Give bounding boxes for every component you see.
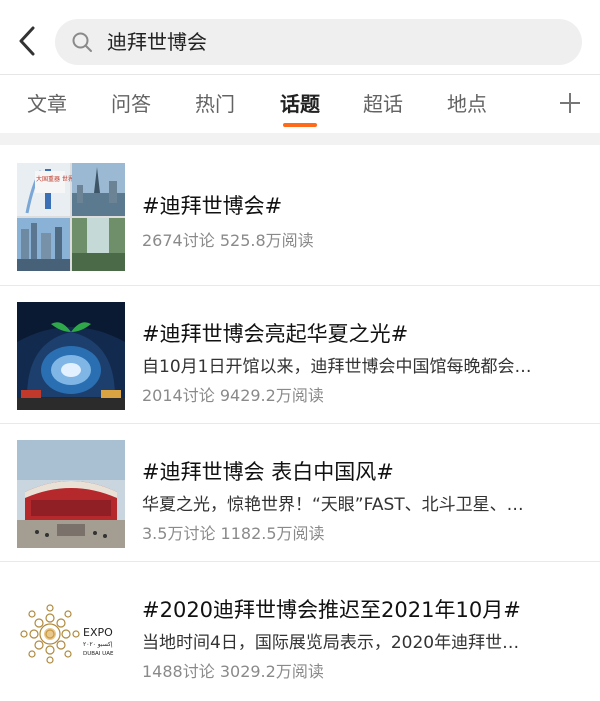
topic-meta: 1488讨论 3029.2万阅读 xyxy=(142,658,324,682)
topic-discussions: 2674讨论 xyxy=(142,231,215,250)
collage-image: 大国重器 世界之窗 xyxy=(17,163,125,271)
expo-logo-dubai: DUBAI UAE xyxy=(83,651,114,657)
topic-item[interactable]: #迪拜世博会亮起华夏之光# 自10月1日开馆以来，迪拜世博会中国馆每晚都会… 2… xyxy=(0,286,600,423)
tab-qa[interactable]: 问答 xyxy=(111,75,151,133)
expo-logo-word: EXPO xyxy=(83,626,113,639)
topic-reads: 3029.2万阅读 xyxy=(219,662,324,681)
tab-label: 地点 xyxy=(447,92,487,116)
topic-description: 自10月1日开馆以来，迪拜世博会中国馆每晚都会… xyxy=(142,357,532,377)
search-box[interactable] xyxy=(55,19,582,65)
topic-meta: 2014讨论 9429.2万阅读 xyxy=(142,382,324,406)
topic-meta: 2674讨论 525.8万阅读 xyxy=(142,227,314,251)
tab-label: 问答 xyxy=(111,92,151,116)
expo-dubai-logo: EXPO إكسبو ٢٠٢٠ DUBAI UAE xyxy=(17,580,125,688)
topic-title: #迪拜世博会 表白中国风# xyxy=(142,460,394,484)
tab-articles[interactable]: 文章 xyxy=(27,75,67,133)
topic-discussions: 1488讨论 xyxy=(142,662,215,681)
topic-meta: 3.5万讨论 1182.5万阅读 xyxy=(142,520,325,544)
topic-discussions: 2014讨论 xyxy=(142,386,215,405)
plus-icon[interactable] xyxy=(558,91,582,115)
china-pavilion-night-image xyxy=(17,302,125,410)
topic-reads: 9429.2万阅读 xyxy=(219,386,324,405)
topic-thumbnail: EXPO إكسبو ٢٠٢٠ DUBAI UAE xyxy=(17,580,125,688)
expo-logo-arabic: إكسبو ٢٠٢٠ xyxy=(83,641,113,648)
tab-bar: 文章 问答 热门 话题 超话 地点 xyxy=(0,75,600,133)
topic-reads: 1182.5万阅读 xyxy=(220,524,325,543)
topic-thumbnail: 大国重器 世界之窗 xyxy=(17,163,125,271)
section-gap xyxy=(0,133,600,145)
search-input[interactable] xyxy=(107,19,547,65)
tab-hot[interactable]: 热门 xyxy=(195,75,235,133)
topic-item[interactable]: #迪拜世博会 表白中国风# 华夏之光，惊艳世界！“天眼”FAST、北斗卫星、… … xyxy=(0,424,600,561)
search-icon xyxy=(72,32,92,52)
topic-thumbnail xyxy=(17,302,125,410)
topic-title: #迪拜世博会亮起华夏之光# xyxy=(142,322,409,346)
back-arrow-icon[interactable] xyxy=(14,24,42,58)
top-bar xyxy=(0,0,600,74)
topic-thumbnail xyxy=(17,440,125,548)
tab-label: 超话 xyxy=(363,92,403,116)
topic-item[interactable]: 大国重器 世界之窗 #迪拜世博会# 2674讨论 525.8万阅读 xyxy=(0,145,600,285)
topic-item[interactable]: EXPO إكسبو ٢٠٢٠ DUBAI UAE #2020迪拜世博会推迟至2… xyxy=(0,562,600,701)
tab-label: 文章 xyxy=(27,92,67,116)
topic-description: 华夏之光，惊艳世界！“天眼”FAST、北斗卫星、… xyxy=(142,495,524,515)
topic-reads: 525.8万阅读 xyxy=(219,231,314,250)
topic-title: #迪拜世博会# xyxy=(142,194,283,218)
topic-description: 当地时间4日，国际展览局表示，2020年迪拜世… xyxy=(142,633,520,653)
china-pavilion-day-image xyxy=(17,440,125,548)
tab-super-topics[interactable]: 超话 xyxy=(363,75,403,133)
tab-label: 热门 xyxy=(195,92,235,116)
active-tab-indicator xyxy=(283,123,317,127)
tab-label: 话题 xyxy=(280,92,320,116)
tab-places[interactable]: 地点 xyxy=(447,75,487,133)
tab-topics[interactable]: 话题 xyxy=(280,75,320,133)
topic-title: #2020迪拜世博会推迟至2021年10月# xyxy=(142,598,521,622)
topic-discussions: 3.5万讨论 xyxy=(142,524,216,543)
